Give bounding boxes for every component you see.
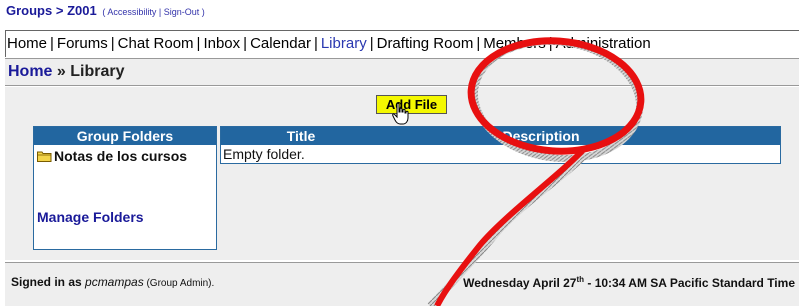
empty-folder-message: Empty folder. [223, 146, 305, 162]
nav-separator: | [313, 35, 318, 52]
nav-chat-room[interactable]: Chat Room [117, 35, 195, 52]
nav-forums[interactable]: Forums [56, 35, 109, 52]
group-folders-header: Group Folders [34, 127, 216, 145]
date-text: Wednesday April 27 [463, 276, 577, 290]
folder-item[interactable]: Notas de los cursos [34, 145, 216, 168]
signed-in-text: Signed in as pcmampas (Group Admin). [11, 275, 214, 289]
utility-links: ( Accessibility | Sign-Out ) [102, 7, 204, 17]
nav-separator: | [110, 35, 115, 52]
add-file-button[interactable]: Add File [376, 95, 447, 114]
groups-link[interactable]: Groups [6, 3, 52, 18]
column-description[interactable]: Description [461, 127, 621, 145]
column-title[interactable]: Title [261, 127, 341, 145]
folder-icon [37, 151, 52, 162]
library-content: Add File Group Folders Notas de los curs… [5, 87, 799, 260]
group-header: Groups > Z001 ( Accessibility | Sign-Out… [6, 3, 205, 18]
paren-close: ) [199, 7, 205, 17]
breadcrumb-separator: » [52, 63, 71, 80]
time-text: - 10:34 AM SA Pacific Standard Time [584, 276, 795, 290]
user-role: (Group Admin). [143, 278, 215, 289]
manage-folders-link[interactable]: Manage Folders [37, 209, 144, 225]
nav-separator: | [50, 35, 54, 52]
files-table-header: Title Description [221, 127, 780, 145]
signed-in-prefix: Signed in as [11, 275, 86, 289]
breadcrumb-home-link[interactable]: Home [8, 63, 52, 80]
nav-members[interactable]: Members [482, 35, 547, 52]
group-name-link[interactable]: Z001 [67, 3, 97, 18]
utility-separator: | [156, 7, 164, 17]
current-datetime: Wednesday April 27th - 10:34 AM SA Pacif… [463, 275, 795, 290]
nav-inbox[interactable]: Inbox [202, 35, 241, 52]
nav-administration[interactable]: Administration [555, 35, 652, 52]
group-folders-panel: Group Folders Notas de los cursos Manage… [33, 126, 217, 250]
nav-drafting-room[interactable]: Drafting Room [376, 35, 475, 52]
nav-calendar[interactable]: Calendar [249, 35, 312, 52]
hand-cursor-icon [392, 103, 409, 125]
footer: Signed in as pcmampas (Group Admin). Wed… [5, 262, 799, 306]
folder-name: Notas de los cursos [54, 148, 188, 164]
files-table: Title Description Empty folder. [220, 126, 781, 164]
breadcrumb: Home » Library [5, 58, 799, 86]
nav-separator: | [243, 35, 248, 52]
nav-separator: | [369, 35, 374, 52]
signout-link[interactable]: Sign-Out [164, 7, 200, 17]
breadcrumb-current: Library [70, 63, 125, 80]
nav-separator: | [548, 35, 553, 52]
accessibility-link[interactable]: Accessibility [107, 7, 156, 17]
nav-library[interactable]: Library [320, 35, 368, 52]
username: pcmampas [85, 275, 144, 289]
main-nav: Home | Forums | Chat Room | Inbox | Calendar | Lib… [5, 30, 799, 57]
date-ordinal: th [576, 275, 585, 284]
header-separator: > [52, 3, 68, 18]
nav-home[interactable]: Home [6, 35, 48, 52]
